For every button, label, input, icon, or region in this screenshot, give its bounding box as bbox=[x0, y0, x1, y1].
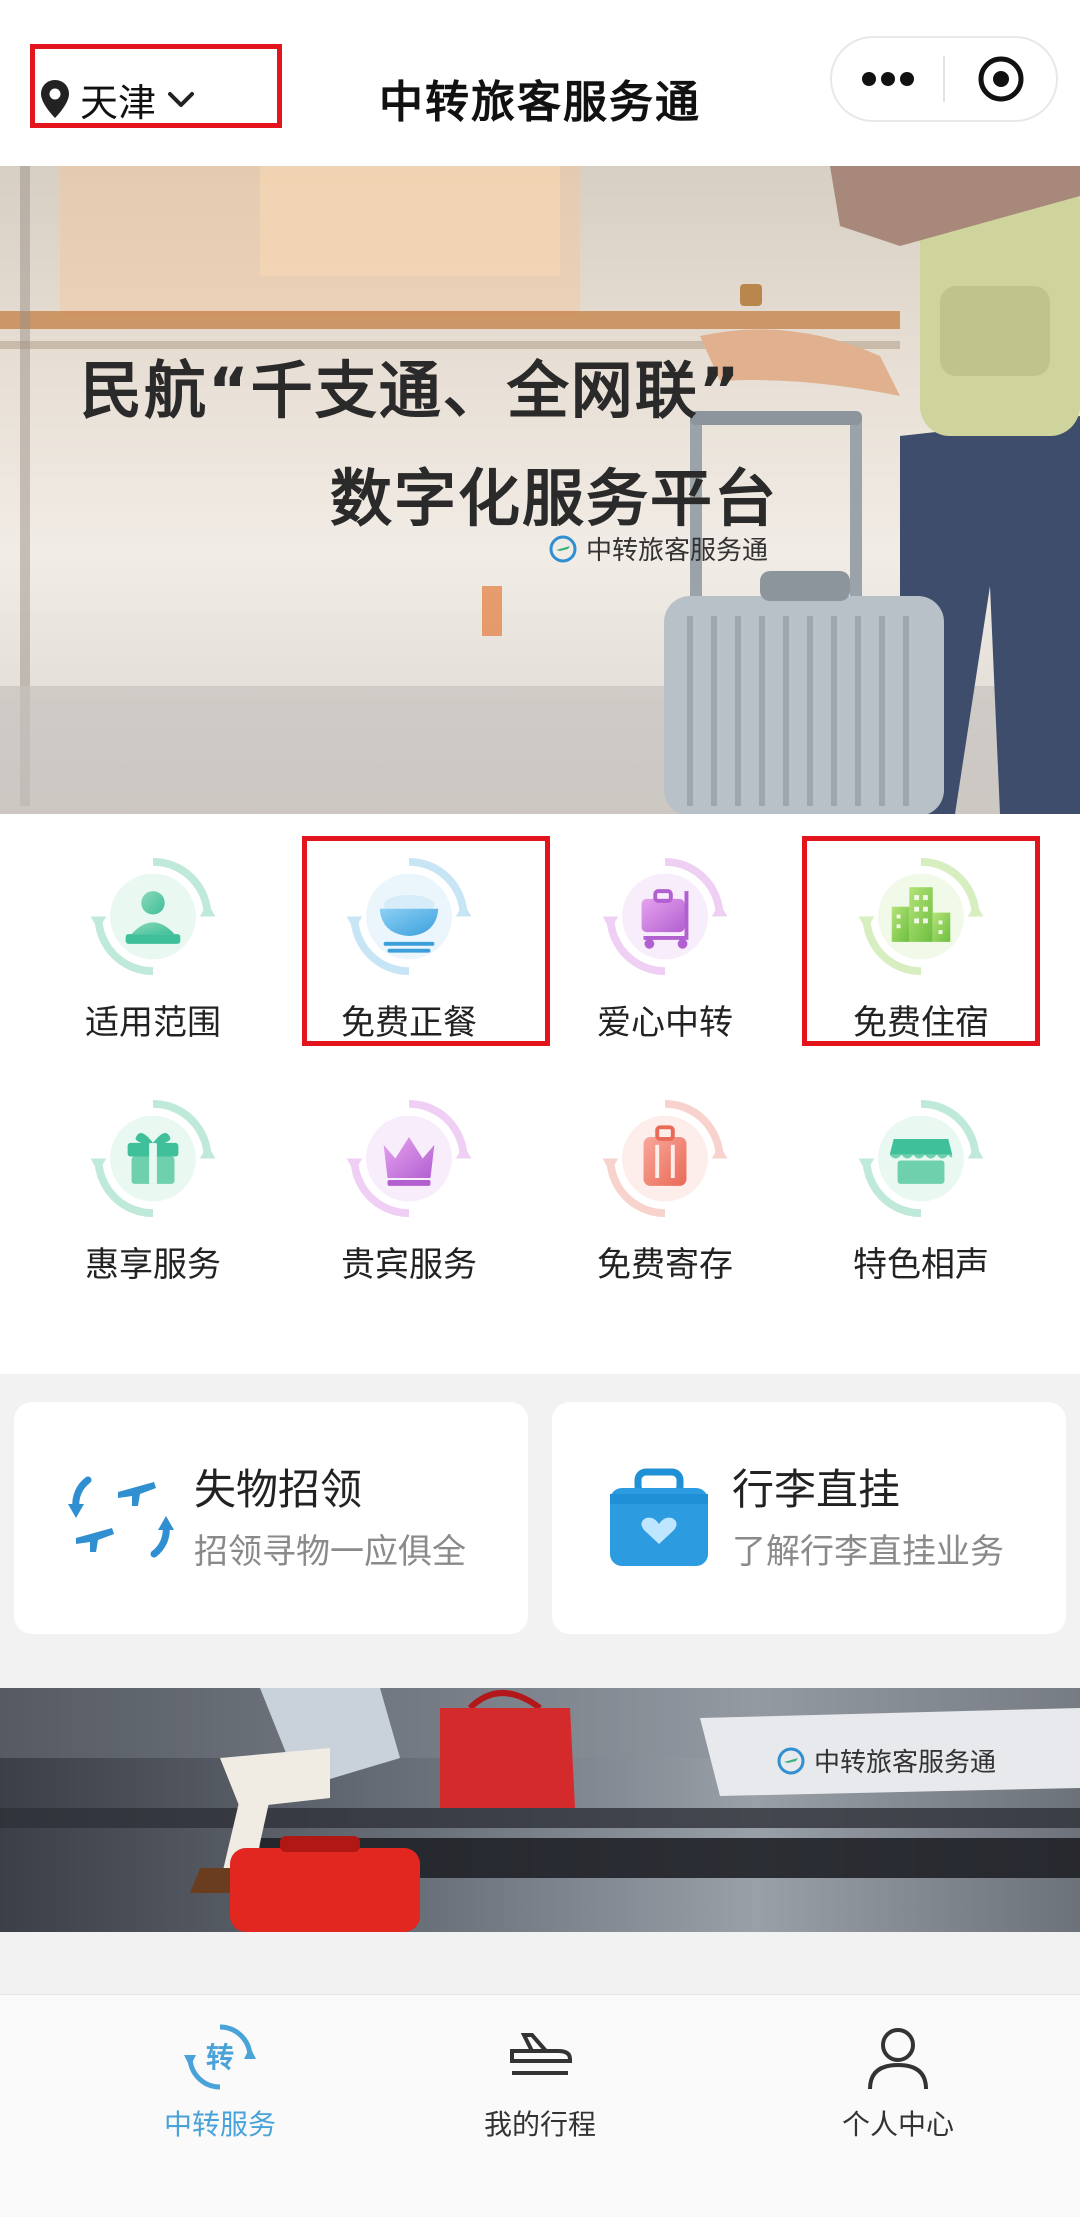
luggage-heart-icon bbox=[610, 1468, 708, 1566]
plane-circle-logo-icon bbox=[549, 535, 577, 562]
landing-plane-icon bbox=[510, 2033, 572, 2075]
promo-brand-text: 中转旅客服务通 bbox=[814, 1748, 997, 1778]
bottom-tab-bar: 转 中转服务 我的行程 个人中心 bbox=[0, 1994, 1080, 2217]
service-label: 特色相声 bbox=[853, 1245, 989, 1285]
service-item-caring-transfer[interactable]: 爱心中转 bbox=[530, 814, 800, 1044]
tab-label: 个人中心 bbox=[841, 2108, 954, 2141]
hero-headline-line2: 数字化服务平台 bbox=[330, 462, 779, 535]
svg-text:转: 转 bbox=[206, 2041, 234, 2074]
service-item-vip[interactable]: 贵宾服务 bbox=[274, 1056, 544, 1286]
waiting-area-illustration bbox=[0, 1688, 1080, 1932]
lost-and-found-card[interactable]: 失物招领 招领寻物一应俱全 bbox=[14, 1402, 528, 1634]
hero-brand-text: 中转旅客服务通 bbox=[586, 536, 769, 566]
person-desk-icon bbox=[91, 857, 215, 976]
card-title: 失物招领 bbox=[194, 1465, 363, 1514]
top-nav-bar: 天津 中转旅客服务通 bbox=[0, 0, 1080, 166]
shop-icon bbox=[859, 1099, 983, 1218]
tab-label: 我的行程 bbox=[483, 2108, 596, 2141]
service-label: 适用范围 bbox=[85, 1003, 221, 1043]
target-circle-icon bbox=[978, 56, 1023, 102]
card-subtitle: 了解行李直挂业务 bbox=[732, 1532, 1004, 1572]
service-item-free-storage[interactable]: 免费寄存 bbox=[530, 1056, 800, 1286]
tab-personal-center[interactable]: 个人中心 bbox=[798, 2015, 998, 2175]
card-subtitle: 招领寻物一应俱全 bbox=[194, 1532, 466, 1572]
card-title: 行李直挂 bbox=[732, 1465, 901, 1514]
close-mini-program-button[interactable] bbox=[945, 38, 1056, 120]
highlight-box-free-lodging bbox=[802, 836, 1040, 1046]
service-label: 免费寄存 bbox=[597, 1245, 733, 1285]
service-item-benefits[interactable]: 惠享服务 bbox=[18, 1056, 288, 1286]
baggage-through-check-card[interactable]: 行李直挂 了解行李直挂业务 bbox=[552, 1402, 1066, 1634]
mini-program-capsule bbox=[830, 36, 1058, 122]
airplanes-arrows-icon bbox=[68, 1476, 174, 1558]
service-item-scope[interactable]: 适用范围 bbox=[18, 814, 288, 1044]
highlight-box-free-meal bbox=[302, 836, 550, 1046]
service-label: 惠享服务 bbox=[85, 1245, 221, 1285]
gift-icon bbox=[91, 1099, 215, 1218]
more-dots-icon bbox=[861, 72, 914, 86]
tab-label: 中转服务 bbox=[163, 2108, 276, 2141]
service-label: 贵宾服务 bbox=[341, 1245, 477, 1285]
user-icon bbox=[868, 2028, 928, 2090]
transfer-icon: 转 bbox=[184, 2024, 256, 2090]
hero-headline-line1: 民航“千支通、全网联” bbox=[80, 354, 742, 427]
crown-icon bbox=[347, 1099, 471, 1218]
service-label: 爱心中转 bbox=[597, 1003, 733, 1043]
tab-transfer-service[interactable]: 转 中转服务 bbox=[120, 2015, 320, 2175]
hero-brand-mark: 中转旅客服务通 bbox=[548, 530, 768, 567]
hero-banner[interactable]: 民航“千支通、全网联” 数字化服务平台 中转旅客服务通 bbox=[0, 166, 1080, 814]
luggage-cart-icon bbox=[603, 857, 727, 976]
promo-banner[interactable]: 中转旅客服务通 bbox=[0, 1688, 1080, 1932]
more-options-button[interactable] bbox=[832, 38, 943, 120]
tab-my-itinerary[interactable]: 我的行程 bbox=[440, 2015, 640, 2175]
promo-brand-mark: 中转旅客服务通 bbox=[776, 1742, 996, 1779]
plane-circle-logo-icon bbox=[777, 1747, 805, 1774]
service-item-crosstalk[interactable]: 特色相声 bbox=[786, 1056, 1056, 1286]
suitcase-icon bbox=[603, 1099, 727, 1218]
service-grid: 适用范围 免费正餐 爱心中转 免费住宿 惠享服务 贵宾服务 免费寄存 特色相声 bbox=[0, 814, 1080, 1374]
